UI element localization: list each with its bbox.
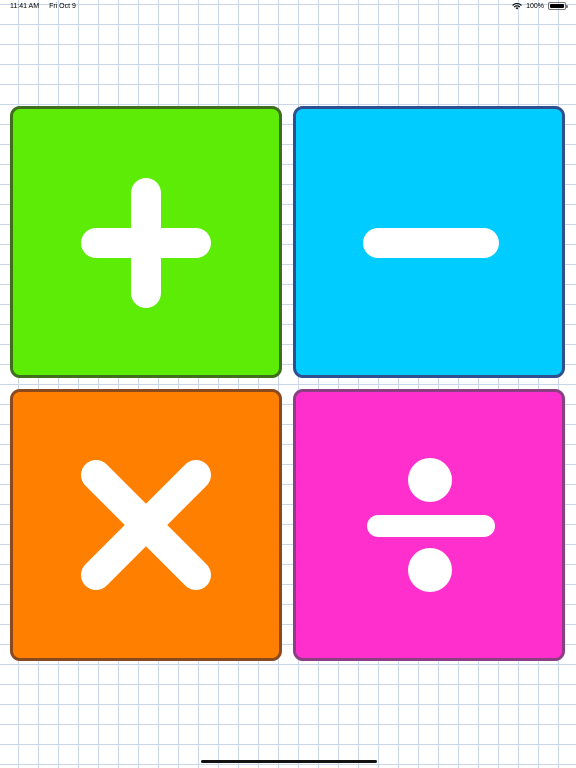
status-left: 11:41 AM Fri Oct 9 bbox=[10, 3, 76, 10]
home-indicator[interactable] bbox=[201, 760, 377, 763]
status-date: Fri Oct 9 bbox=[49, 3, 76, 10]
battery-icon bbox=[548, 2, 568, 10]
minus-icon bbox=[363, 228, 499, 258]
multiplication-button[interactable] bbox=[10, 389, 282, 661]
plus-icon bbox=[81, 178, 211, 308]
subtraction-button[interactable] bbox=[293, 106, 565, 378]
battery-level bbox=[550, 4, 564, 8]
division-button[interactable] bbox=[293, 389, 565, 661]
status-time: 11:41 AM bbox=[10, 3, 40, 10]
battery-percent: 100% bbox=[526, 2, 544, 10]
status-bar: 11:41 AM Fri Oct 9 100% bbox=[0, 0, 576, 14]
wifi-icon bbox=[512, 2, 522, 10]
status-right: 100% bbox=[512, 2, 568, 10]
divide-icon bbox=[367, 458, 495, 592]
addition-button[interactable] bbox=[10, 106, 282, 378]
multiply-icon bbox=[81, 460, 211, 590]
